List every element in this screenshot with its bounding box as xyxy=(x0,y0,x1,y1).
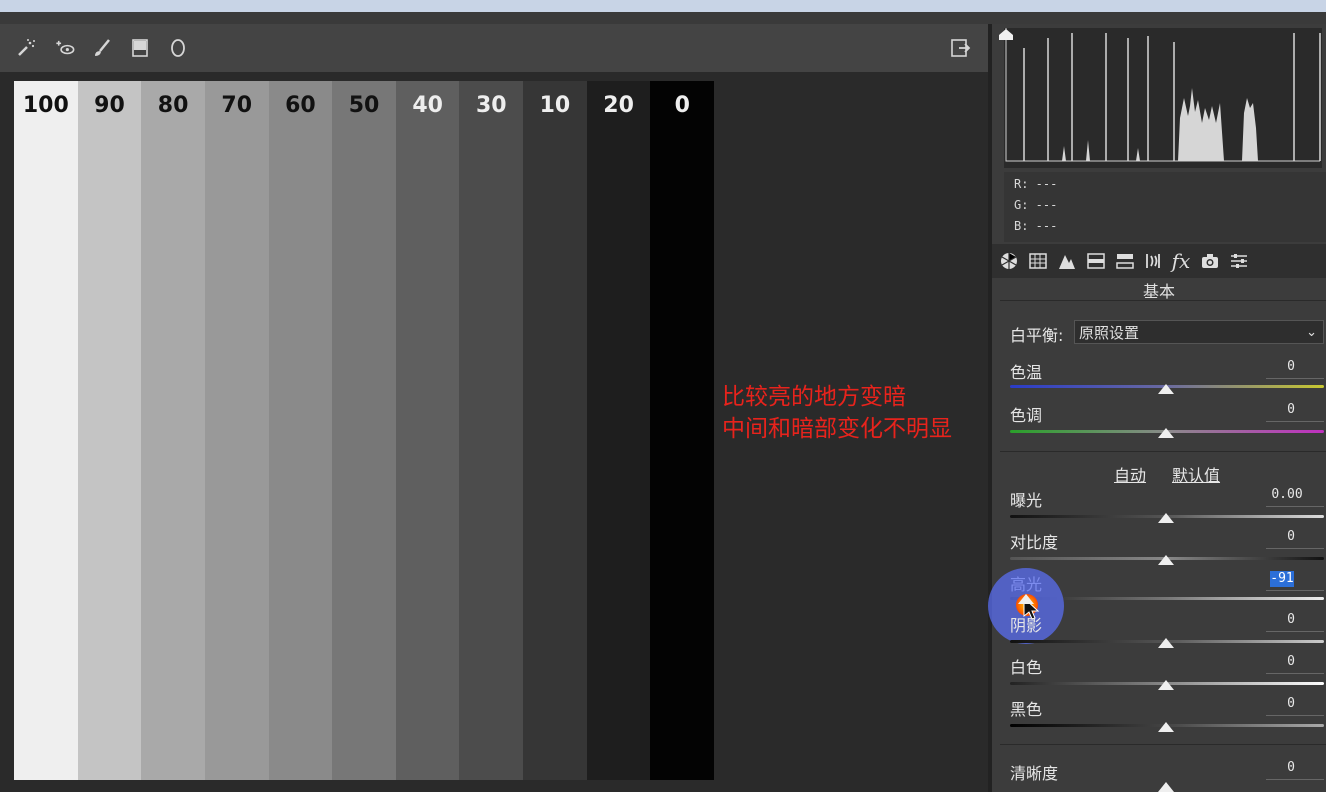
blacks-slider-thumb[interactable] xyxy=(1158,722,1174,732)
split-toning-tab-icon[interactable] xyxy=(1114,250,1136,272)
tint-value[interactable]: 0 xyxy=(1262,402,1320,417)
detail-tab-icon[interactable] xyxy=(1056,250,1078,272)
effects-tab-icon[interactable]: fx xyxy=(1170,249,1192,273)
strip-label: 60 xyxy=(285,93,316,118)
contrast-value[interactable]: 0 xyxy=(1262,529,1320,544)
temp-slider-thumb[interactable] xyxy=(1158,384,1174,394)
histogram xyxy=(1004,28,1322,168)
blacks-value[interactable]: 0 xyxy=(1262,696,1320,711)
brush-icon[interactable] xyxy=(90,35,114,61)
strip-label: 20 xyxy=(603,93,634,118)
chevron-down-icon: ⌄ xyxy=(1306,325,1317,340)
gray-strip: 40 xyxy=(395,81,460,780)
whites-value-underline xyxy=(1266,673,1324,674)
gray-strip: 90 xyxy=(77,81,142,780)
strip-label: 40 xyxy=(412,93,443,118)
contrast-slider-thumb[interactable] xyxy=(1158,555,1174,565)
contrast-label: 对比度 xyxy=(1010,533,1059,552)
presets-tab-icon[interactable] xyxy=(1228,250,1250,272)
contrast-value-underline xyxy=(1266,548,1324,549)
strip-label: 80 xyxy=(157,93,189,118)
annotation-line-2: 中间和暗部变化不明显 xyxy=(722,416,952,442)
strip-label: 0 xyxy=(674,93,690,118)
gray-strip: 60 xyxy=(268,81,333,780)
strip-label: 30 xyxy=(475,93,507,118)
basic-tab-icon[interactable] xyxy=(998,250,1020,272)
temp-value-underline xyxy=(1266,378,1324,379)
blacks-label: 黑色 xyxy=(1010,700,1043,719)
tint-label: 色调 xyxy=(1010,406,1043,425)
gray-strip: 70 xyxy=(204,81,269,780)
auto-link[interactable]: 自动 xyxy=(1114,462,1146,486)
annotation-line-1: 比较亮的地方变暗 xyxy=(722,384,906,410)
open-export-icon[interactable] xyxy=(948,35,972,61)
exposure-label: 曝光 xyxy=(1010,491,1043,510)
shadow-clip-indicator[interactable] xyxy=(997,26,1015,44)
shadows-slider-thumb[interactable] xyxy=(1158,638,1174,648)
red-annotation: 比较亮的地方变暗 中间和暗部变化不明显 xyxy=(722,381,952,445)
strip-label: 100 xyxy=(22,93,69,118)
gradient-filter-icon[interactable] xyxy=(128,35,152,61)
clarity-value-underline xyxy=(1266,779,1324,780)
clarity-value[interactable]: 0 xyxy=(1262,760,1320,775)
tint-value-underline xyxy=(1266,421,1324,422)
gray-strip: 50 xyxy=(332,81,396,780)
whites-value[interactable]: 0 xyxy=(1262,654,1320,669)
tone-curve-tab-icon[interactable] xyxy=(1027,250,1049,272)
separator xyxy=(1000,300,1326,301)
exposure-value-underline xyxy=(1266,506,1324,507)
temp-label: 色温 xyxy=(1010,363,1043,382)
window-title-bar xyxy=(0,0,1326,12)
gray-strip: 80 xyxy=(141,81,205,780)
shadows-value[interactable]: 0 xyxy=(1262,612,1320,627)
separator xyxy=(1000,744,1326,745)
highlights-value-underline xyxy=(1266,590,1324,591)
camera-calibration-tab-icon[interactable] xyxy=(1199,250,1221,272)
strip-label: 50 xyxy=(348,93,380,118)
white-balance-label: 白平衡: xyxy=(1010,326,1064,345)
blue-readout: B: --- xyxy=(1014,219,1058,233)
strip-label: 10 xyxy=(539,93,571,118)
image-preview[interactable]: 100 90 80 70 60 50 40 30 10 20 0 xyxy=(14,81,715,780)
strip-label: 70 xyxy=(221,93,253,118)
gray-strip: 100 xyxy=(14,81,78,780)
shadows-value-underline xyxy=(1266,631,1324,632)
spot-heal-icon[interactable] xyxy=(14,35,38,61)
title-bar-strip xyxy=(0,12,1326,24)
whites-label: 白色 xyxy=(1010,658,1043,677)
clarity-label: 清晰度 xyxy=(1010,764,1059,783)
clarity-slider-thumb[interactable] xyxy=(1158,782,1174,792)
radial-filter-icon[interactable] xyxy=(166,35,190,61)
exposure-slider-thumb[interactable] xyxy=(1158,513,1174,523)
default-link[interactable]: 默认值 xyxy=(1172,462,1220,486)
hsl-tab-icon[interactable] xyxy=(1085,250,1107,272)
white-balance-value: 原照设置 xyxy=(1079,324,1140,342)
exposure-value[interactable]: 0.00 xyxy=(1258,487,1316,502)
gray-strip: 10 xyxy=(523,81,587,780)
gray-strip: 0 xyxy=(650,81,715,780)
lens-corrections-tab-icon[interactable] xyxy=(1142,250,1164,272)
panel-title: 基本 xyxy=(1142,282,1175,301)
tint-slider-thumb[interactable] xyxy=(1158,428,1174,438)
shadows-label: 阴影 xyxy=(1010,616,1043,635)
red-readout: R: --- xyxy=(1014,177,1058,191)
green-readout: G: --- xyxy=(1014,198,1058,212)
blacks-value-underline xyxy=(1266,715,1324,716)
red-eye-icon[interactable] xyxy=(50,35,80,61)
gray-strip: 30 xyxy=(459,81,524,780)
white-balance-select[interactable]: 原照设置 ⌄ xyxy=(1074,320,1324,344)
whites-slider-thumb[interactable] xyxy=(1158,680,1174,690)
highlights-value[interactable]: -91 xyxy=(1270,571,1294,587)
separator xyxy=(1000,451,1326,452)
strip-label: 90 xyxy=(94,93,125,118)
gray-strip: 20 xyxy=(586,81,651,780)
highlights-slider-thumb[interactable] xyxy=(1018,594,1034,604)
temp-value[interactable]: 0 xyxy=(1262,359,1320,374)
